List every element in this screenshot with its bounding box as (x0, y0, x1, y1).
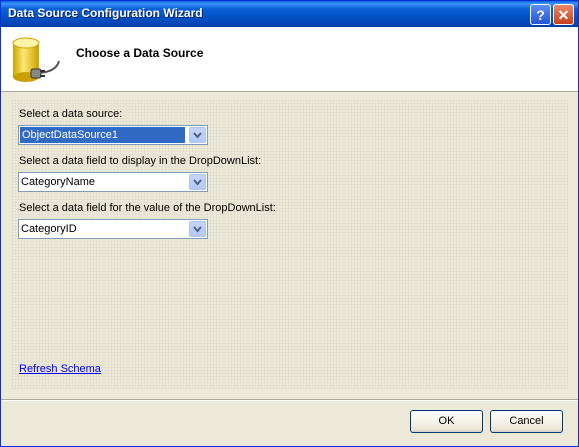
value-field-label: Select a data field for the value of the… (19, 202, 276, 214)
dropdown-arrow-button[interactable] (189, 174, 206, 190)
data-source-label: Select a data source: (19, 108, 123, 120)
display-field-select[interactable]: CategoryName (18, 172, 208, 192)
wizard-header: Choose a Data Source (1, 27, 578, 92)
data-source-select[interactable]: ObjectDataSource1 (18, 125, 208, 145)
display-field-selected-value: CategoryName (21, 176, 95, 188)
chevron-down-icon (193, 226, 202, 233)
help-icon: ? (536, 7, 545, 23)
dropdown-arrow-button[interactable] (189, 221, 206, 237)
title-bar[interactable]: Data Source Configuration Wizard ? ✕ (1, 1, 578, 27)
display-field-label: Select a data field to display in the Dr… (19, 155, 262, 167)
chevron-down-icon (193, 179, 202, 186)
database-plug-icon (12, 37, 60, 82)
ok-button[interactable]: OK (410, 410, 483, 433)
cancel-button[interactable]: Cancel (490, 410, 563, 433)
window-title: Data Source Configuration Wizard (8, 6, 203, 20)
close-button[interactable]: ✕ (553, 4, 574, 25)
value-field-selected-value: CategoryID (21, 223, 77, 235)
help-button[interactable]: ? (530, 4, 551, 25)
value-field-select[interactable]: CategoryID (18, 219, 208, 239)
chevron-down-icon (193, 132, 202, 139)
dropdown-arrow-button[interactable] (189, 127, 206, 143)
page-title: Choose a Data Source (76, 46, 204, 60)
refresh-schema-link[interactable]: Refresh Schema (19, 363, 101, 375)
data-source-selected-value: ObjectDataSource1 (20, 127, 185, 143)
close-icon: ✕ (557, 7, 570, 23)
footer-divider (1, 399, 578, 401)
wizard-window: Data Source Configuration Wizard ? ✕ Cho… (0, 0, 579, 447)
